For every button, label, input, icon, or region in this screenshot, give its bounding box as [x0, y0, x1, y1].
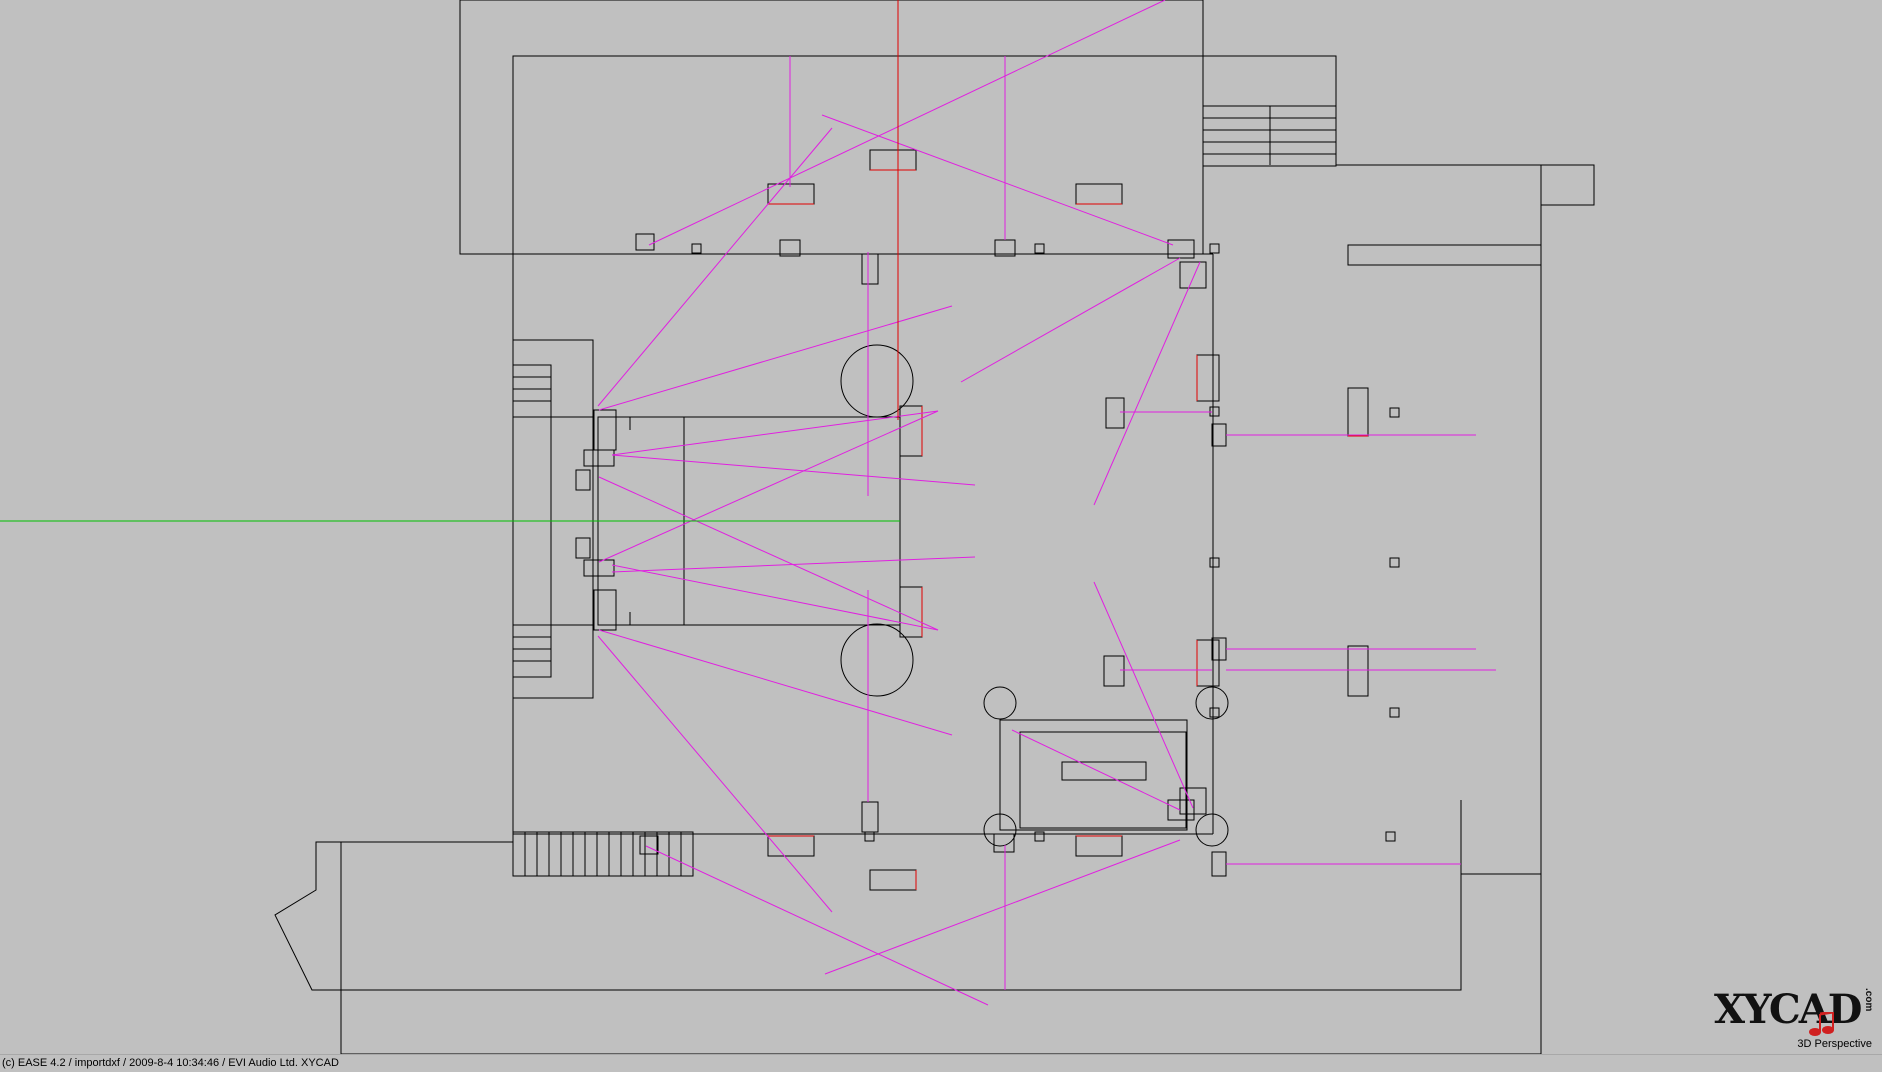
- speaker-box: [1211, 851, 1227, 877]
- outer-hall-outline: [274, 55, 1542, 1054]
- speaker-box: [593, 409, 617, 451]
- speaker-box: [575, 537, 591, 559]
- speaker-box: [1105, 397, 1125, 429]
- upper-hall-outline: [459, 0, 1204, 255]
- speaker-box: [861, 253, 879, 285]
- speaker-box: [1347, 387, 1369, 437]
- speaker-box: [899, 586, 923, 638]
- speaker-box: [583, 449, 615, 467]
- music-note-icon: [1809, 1012, 1834, 1036]
- stage-left-block: [512, 339, 594, 699]
- speaker-box: [1347, 645, 1369, 697]
- status-text: (c) EASE 4.2 / importdxf / 2009-8-4 10:3…: [2, 1057, 339, 1069]
- right-ledge: [1347, 244, 1542, 266]
- speaker-box: [575, 469, 591, 491]
- right-annex-wall: [1460, 800, 1541, 875]
- side-room-box: [1540, 164, 1595, 206]
- speaker-box: [635, 233, 655, 251]
- speaker-box: [1211, 423, 1227, 447]
- speaker-box: [1167, 799, 1195, 821]
- logo-suffix: .com: [1863, 988, 1874, 1012]
- speaker-box: [869, 869, 917, 891]
- speaker-box: [1196, 639, 1220, 687]
- speaker-box: [1103, 655, 1125, 687]
- lower-stairs: [512, 831, 694, 877]
- status-bar: (c) EASE 4.2 / importdxf / 2009-8-4 10:3…: [0, 1054, 1882, 1072]
- speaker-box: [869, 149, 917, 171]
- speaker-box: [1179, 787, 1207, 815]
- speaker-box: [639, 835, 659, 855]
- bar-counter: [999, 719, 1188, 831]
- speaker-box: [767, 183, 815, 205]
- xycad-logo: XYCAD .com 3D Perspective: [1714, 986, 1874, 1052]
- speaker-box: [1196, 354, 1220, 402]
- sound-rays: [597, 0, 1496, 1006]
- drawing-viewport[interactable]: XYCAD .com 3D Perspective: [0, 0, 1882, 1054]
- speaker-box: [583, 559, 615, 577]
- logo-wordmark: XYCAD: [1714, 986, 1862, 1033]
- speaker-box: [1075, 183, 1123, 205]
- speaker-box: [593, 589, 617, 631]
- speaker-faces: [768, 169, 1368, 890]
- speaker-box: [1179, 261, 1207, 289]
- speaker-box: [993, 833, 1015, 853]
- speaker-box: [1167, 239, 1195, 259]
- speaker-box: [861, 801, 879, 833]
- view-mode-label: 3D Perspective: [1797, 1038, 1872, 1050]
- floor-plan-canvas[interactable]: [0, 0, 1882, 1054]
- pillar-bottom: [840, 623, 914, 697]
- wall-outlines: [274, 0, 1595, 1054]
- speaker-box: [1075, 835, 1123, 857]
- speaker-box: [767, 835, 815, 857]
